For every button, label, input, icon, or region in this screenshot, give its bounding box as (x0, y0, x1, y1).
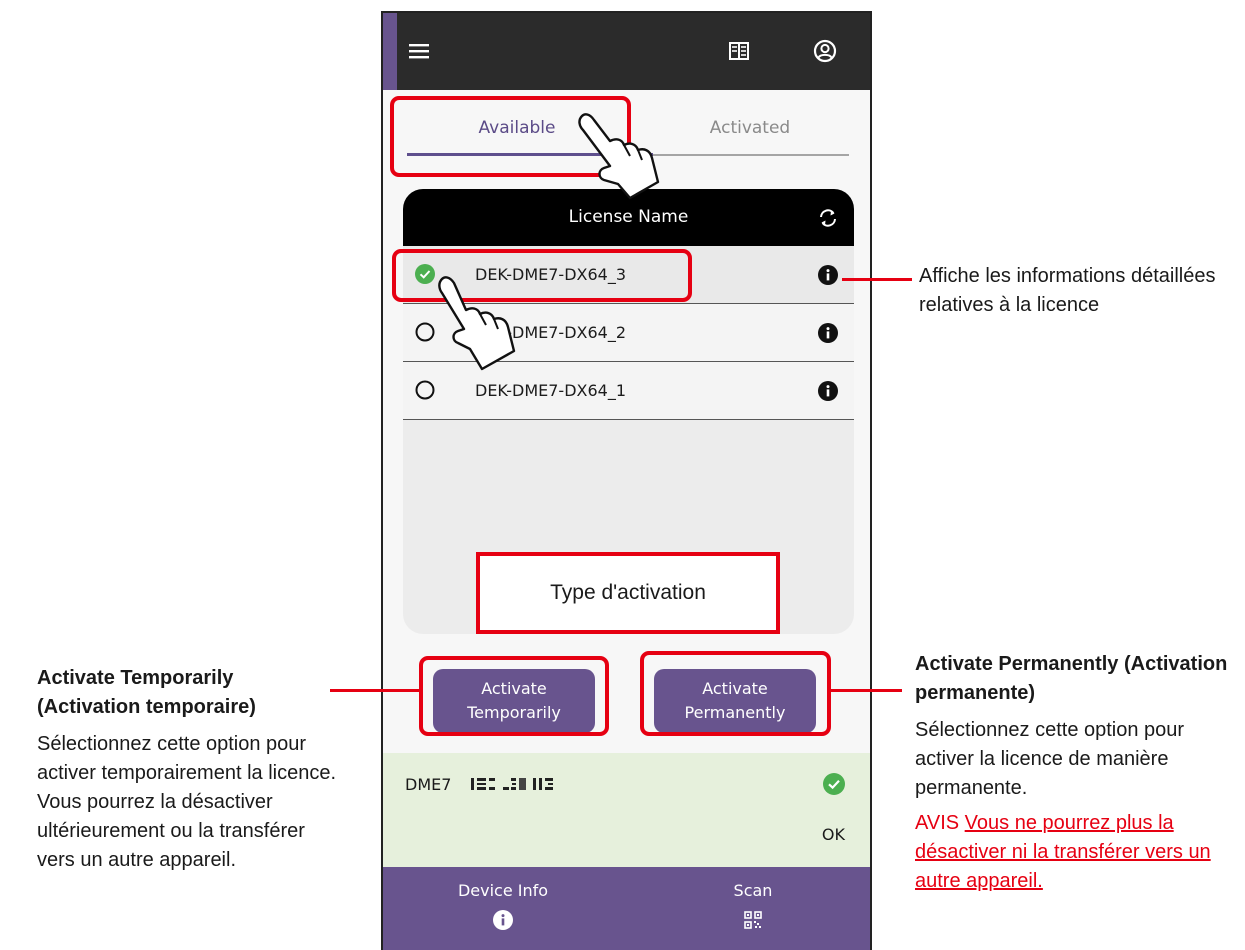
nav-scan-label: Scan (733, 881, 773, 900)
tab-activated[interactable]: Activated (640, 118, 860, 138)
qr-code-icon (744, 911, 762, 929)
info-icon[interactable] (818, 381, 838, 401)
temporarily-callout-line (330, 689, 420, 692)
tab-activated-indicator (653, 154, 849, 156)
pointing-hand-icon (438, 276, 516, 371)
permanently-callout: Activate Permanently (Activation permane… (915, 650, 1235, 896)
check-circle-icon (823, 773, 845, 795)
permanently-callout-title: Activate Permanently (Activation permane… (915, 653, 1228, 704)
menu-icon[interactable] (405, 37, 433, 65)
info-callout-line (842, 278, 912, 281)
temporarily-button-highlight (419, 656, 609, 736)
bottom-navigation: Device Info Scan (383, 867, 870, 950)
notice-label: AVIS (915, 812, 960, 834)
activation-type-label: Type d'activation (476, 552, 780, 634)
status-ok-text: OK (821, 825, 845, 844)
pointing-hand-icon (578, 113, 660, 200)
permanently-button-highlight (640, 651, 831, 736)
temporarily-callout-title: Activate Temporarily (Activation tempora… (37, 667, 256, 718)
temporarily-callout: Activate Temporarily (Activation tempora… (37, 664, 337, 875)
radio-unchecked-icon[interactable] (415, 380, 435, 400)
device-name: DME7 (405, 775, 452, 794)
license-name-header: License Name (568, 207, 689, 227)
device-status-panel: DME7 OK (383, 753, 870, 867)
app-bar-accent (383, 13, 397, 90)
notice-text: Vous ne pourrez plus la désactiver ni la… (915, 812, 1211, 892)
redacted-serial (471, 778, 553, 790)
temporarily-callout-body: Sélectionnez cette option pour activer t… (37, 733, 337, 871)
permanently-callout-body: Sélectionnez cette option pour activer l… (915, 719, 1185, 799)
account-icon[interactable] (811, 37, 839, 65)
refresh-icon[interactable] (816, 206, 840, 230)
info-icon[interactable] (818, 323, 838, 343)
info-icon[interactable] (818, 265, 838, 285)
license-name: DEK-DME7-DX64_1 (475, 381, 627, 400)
permanently-callout-line (830, 689, 902, 692)
book-icon[interactable] (725, 37, 753, 65)
info-callout-text: Affiche les informations détaillées rela… (919, 265, 1216, 316)
notice-warning: AVIS Vous ne pourrez plus la désactiver … (915, 809, 1235, 896)
nav-device-info-label: Device Info (457, 881, 549, 900)
nav-device-info[interactable]: Device Info (403, 881, 603, 930)
nav-scan[interactable]: Scan (653, 881, 853, 930)
info-icon (493, 910, 513, 930)
app-bar (383, 13, 870, 90)
